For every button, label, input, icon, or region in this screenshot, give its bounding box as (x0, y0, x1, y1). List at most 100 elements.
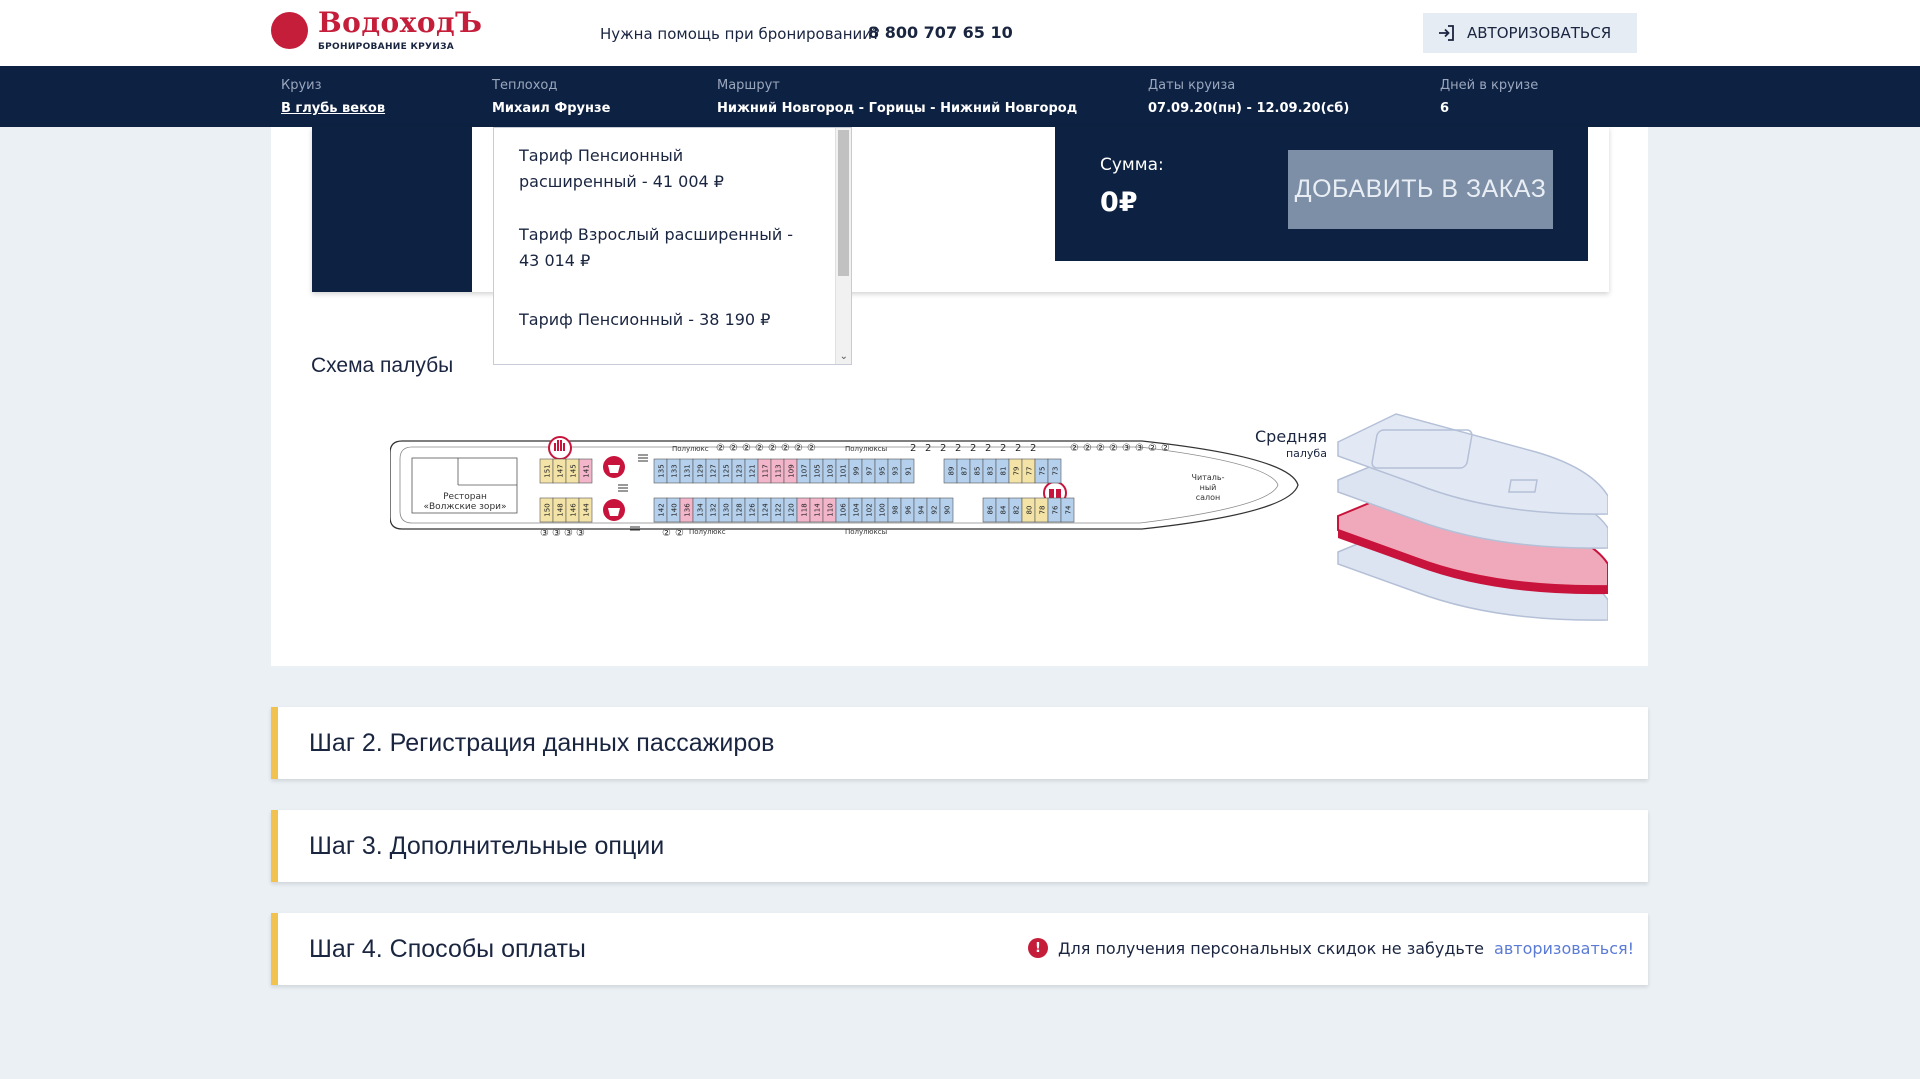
cabin-number: 100 (879, 503, 887, 516)
cabin-capacity-badge: 2 (955, 443, 961, 454)
cabin-number: 136 (684, 503, 692, 517)
cabin-capacity-badge: ② (755, 443, 764, 454)
cabin-number: 131 (684, 464, 692, 477)
cabin-capacity-badge: ② (742, 443, 751, 454)
cabin-capacity-badge: ② (1109, 443, 1118, 454)
cabin-number: 105 (814, 464, 822, 477)
polulux-label: Полулюкс (672, 445, 709, 453)
cabin-number: 96 (905, 505, 913, 514)
logo-icon[interactable] (271, 12, 308, 49)
cabin-number: 126 (749, 503, 757, 517)
step-2-panel[interactable]: Шаг 2. Регистрация данных пассажиров (271, 707, 1648, 779)
cabin-number: 148 (557, 503, 565, 516)
tariff-option[interactable]: Тариф Пенсионный - 38 190 ₽ (519, 307, 804, 333)
cruise-link[interactable]: В глубь веков (281, 101, 385, 116)
cabin-number: 123 (736, 464, 744, 477)
cabin-number: 128 (736, 503, 744, 516)
dropdown-scrollbar[interactable]: ⌄ (835, 128, 851, 364)
logo-name[interactable]: ВодоходЪ (318, 6, 483, 39)
step-accent-bar (271, 810, 278, 882)
cabin-capacity-badge: 2 (940, 443, 946, 454)
cabin-number: 121 (749, 464, 757, 477)
help-phone[interactable]: 8 800 707 65 10 (868, 23, 1013, 42)
cabin-number: 77 (1026, 467, 1034, 476)
cabin-number: 76 (1052, 505, 1060, 514)
cabin-number: 74 (1065, 505, 1073, 514)
cabin-capacity-badge: ③ (552, 528, 561, 539)
cabin-capacity-badge: ② (768, 443, 777, 454)
cabin-capacity-badge: ② (807, 443, 816, 454)
cabin-number: 113 (775, 464, 783, 477)
reading-room-label: салон (1196, 493, 1221, 502)
poluluxy-label: Полулюксы (845, 528, 887, 536)
tariff-option[interactable]: Тариф Пенсионный расширенный - 41 004 ₽ (519, 143, 804, 195)
cabin-number: 89 (948, 467, 956, 476)
cabin-capacity-badge: ② (781, 443, 790, 454)
auth-label: АВТОРИЗОВАТЬСЯ (1467, 24, 1612, 42)
cabin-number: 141 (583, 464, 591, 477)
chevron-down-icon[interactable]: ⌄ (840, 351, 848, 362)
step-title[interactable]: Шаг 2. Регистрация данных пассажиров (309, 729, 774, 758)
info-label: Даты круиза (1148, 78, 1236, 93)
cabin-number: 86 (987, 505, 995, 514)
scrollbar-thumb[interactable] (838, 130, 849, 276)
cabin-capacity-badge: ② (729, 443, 738, 454)
cabin-number: 98 (892, 506, 900, 515)
notice-auth-link[interactable]: авторизоваться! (1494, 939, 1634, 958)
restaurant-label: «Волжские зори» (423, 502, 506, 512)
cabin-number: 106 (840, 503, 848, 517)
deck-name-line1: Средняя (1255, 427, 1327, 446)
cabin-capacity-badge: ② (716, 443, 725, 454)
cabin-number: 79 (1013, 467, 1021, 476)
help-question: Нужна помощь при бронировании? (600, 25, 880, 43)
info-value: Нижний Новгород - Горицы - Нижний Новгор… (717, 101, 1078, 116)
cabin-capacity-badge: 2 (910, 443, 916, 454)
step-3-panel[interactable]: Шаг 3. Дополнительные опции (271, 810, 1648, 882)
cabin-number: 107 (801, 464, 809, 477)
cabin-number: 145 (570, 464, 578, 477)
step-title[interactable]: Шаг 3. Дополнительные опции (309, 832, 664, 861)
add-to-order-button[interactable]: ДОБАВИТЬ В ЗАКАЗ (1288, 150, 1553, 229)
cabin-capacity-badge: 2 (1000, 443, 1006, 454)
cabin-number: 92 (931, 506, 939, 515)
cabin-number: 93 (892, 467, 900, 476)
cabin-number: 75 (1039, 467, 1047, 476)
cabin-number: 103 (827, 464, 835, 477)
reading-room-label: Читаль- (1192, 473, 1225, 482)
cabin-number: 90 (944, 506, 952, 515)
cabin-number: 97 (866, 467, 874, 476)
tariff-option[interactable]: Тариф Взрослый расширенный - 43 014 ₽ (519, 222, 804, 274)
cabin-number: 95 (879, 467, 887, 476)
info-dates: Даты круиза 07.09.20(пн) - 12.09.20(сб) (1148, 78, 1349, 116)
cabin-number: 118 (801, 503, 809, 516)
info-label: Круиз (281, 78, 322, 93)
cabin-number: 101 (840, 464, 848, 477)
cabin-number: 142 (658, 503, 666, 516)
polulux-label: Полулюкс (689, 528, 726, 536)
deck-name-line2: палуба (1285, 447, 1327, 460)
cabin-capacity-badge: ③ (1122, 443, 1131, 454)
sum-label: Сумма: (1100, 155, 1164, 175)
cabin-number: 117 (762, 464, 770, 477)
cabin-number: 132 (710, 503, 718, 516)
cabin-number: 99 (853, 467, 861, 476)
cabin-number: 87 (961, 467, 969, 476)
cabin-number: 78 (1039, 506, 1047, 515)
cabin-capacity-badge: ③ (540, 528, 549, 539)
tariff-dropdown[interactable]: Тариф Пенсионный расширенный - 41 004 ₽ … (493, 127, 852, 365)
cabin-number: 104 (853, 503, 861, 517)
step-title[interactable]: Шаг 4. Способы оплаты (309, 935, 586, 964)
cabin-number: 81 (1000, 467, 1008, 476)
step-accent-bar (271, 707, 278, 779)
sum-value: 0₽ (1100, 187, 1138, 218)
auth-button[interactable]: АВТОРИЗОВАТЬСЯ (1423, 13, 1637, 53)
cabin-number: 109 (788, 464, 796, 477)
info-cruise: Круиз В глубь веков (281, 78, 385, 116)
cabin-number: 114 (814, 503, 822, 517)
deck-selector-3d[interactable] (1336, 412, 1608, 626)
cabin-number: 133 (671, 464, 679, 477)
cabin-number: 85 (974, 467, 982, 476)
cabin-capacity-badge: ③ (1135, 443, 1144, 454)
deck-plan[interactable]: Ресторан «Волжские зори» Полулюкс Полулю… (390, 425, 1302, 545)
info-label: Маршрут (717, 78, 780, 93)
